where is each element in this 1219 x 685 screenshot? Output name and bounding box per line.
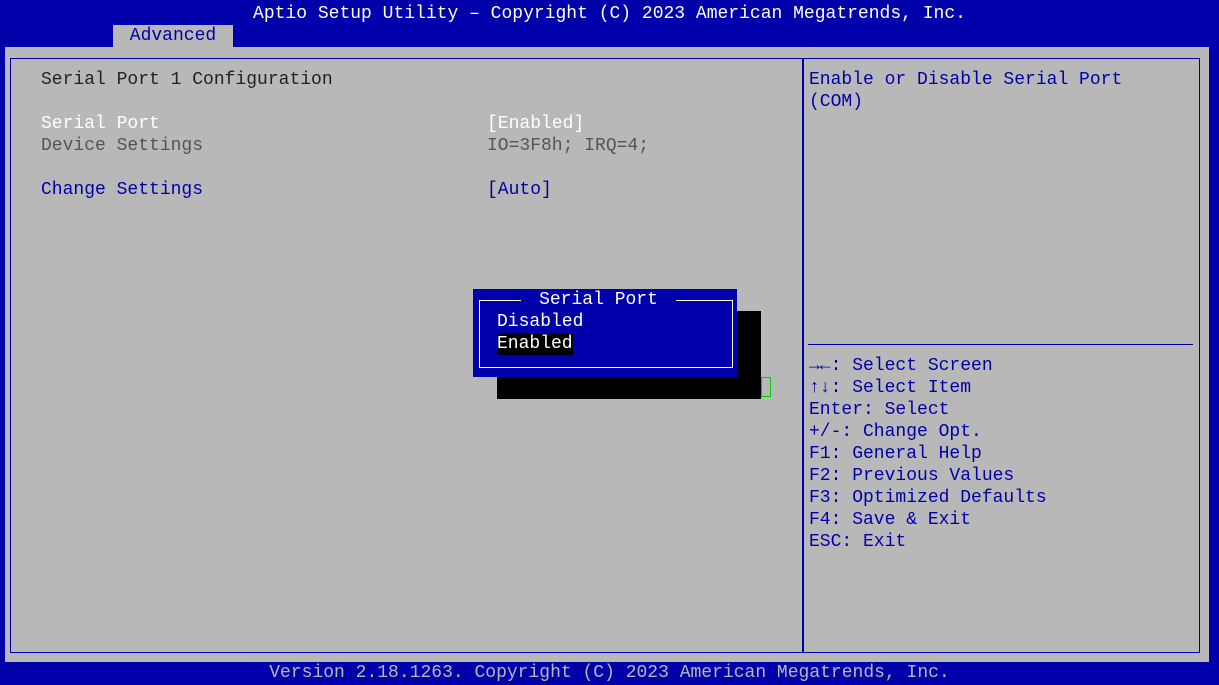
device-settings-label: Device Settings	[41, 136, 204, 156]
key-hint-select-item: ↑↓: Select Item	[809, 378, 972, 398]
help-description: Enable or Disable Serial Port (COM)	[809, 70, 1123, 112]
device-settings-value: IO=3F8h; IRQ=4;	[487, 136, 650, 156]
app-title: Aptio Setup Utility – Copyright (C) 2023…	[253, 4, 966, 24]
key-hint-enter: Enter: Select	[809, 400, 950, 420]
key-hint-f4: F4: Save & Exit	[809, 510, 972, 530]
help-divider	[808, 344, 1193, 345]
popup-title: Serial Port	[521, 289, 676, 311]
serial-port-label[interactable]: Serial Port	[41, 113, 160, 135]
change-settings-label[interactable]: Change Settings	[41, 179, 203, 201]
key-hint-f3: F3: Optimized Defaults	[809, 488, 1047, 508]
key-hint-f1: F1: General Help	[809, 444, 982, 464]
key-hint-f2: F2: Previous Values	[809, 466, 1015, 486]
key-hint-select-screen: →←: Select Screen	[809, 356, 993, 376]
popup-option-disabled[interactable]: Disabled	[497, 311, 583, 333]
version-footer: Version 2.18.1263. Copyright (C) 2023 Am…	[269, 663, 950, 683]
change-settings-value[interactable]: [Auto]	[487, 179, 552, 201]
serial-port-value[interactable]: [Enabled]	[487, 113, 584, 135]
key-hint-change-opt: +/-: Change Opt.	[809, 422, 982, 442]
key-hint-esc: ESC: Exit	[809, 532, 907, 552]
tab-advanced[interactable]: Advanced	[113, 25, 233, 47]
section-title: Serial Port 1 Configuration	[41, 70, 333, 90]
text-cursor	[761, 377, 771, 397]
popup-option-enabled[interactable]: Enabled	[497, 333, 573, 355]
